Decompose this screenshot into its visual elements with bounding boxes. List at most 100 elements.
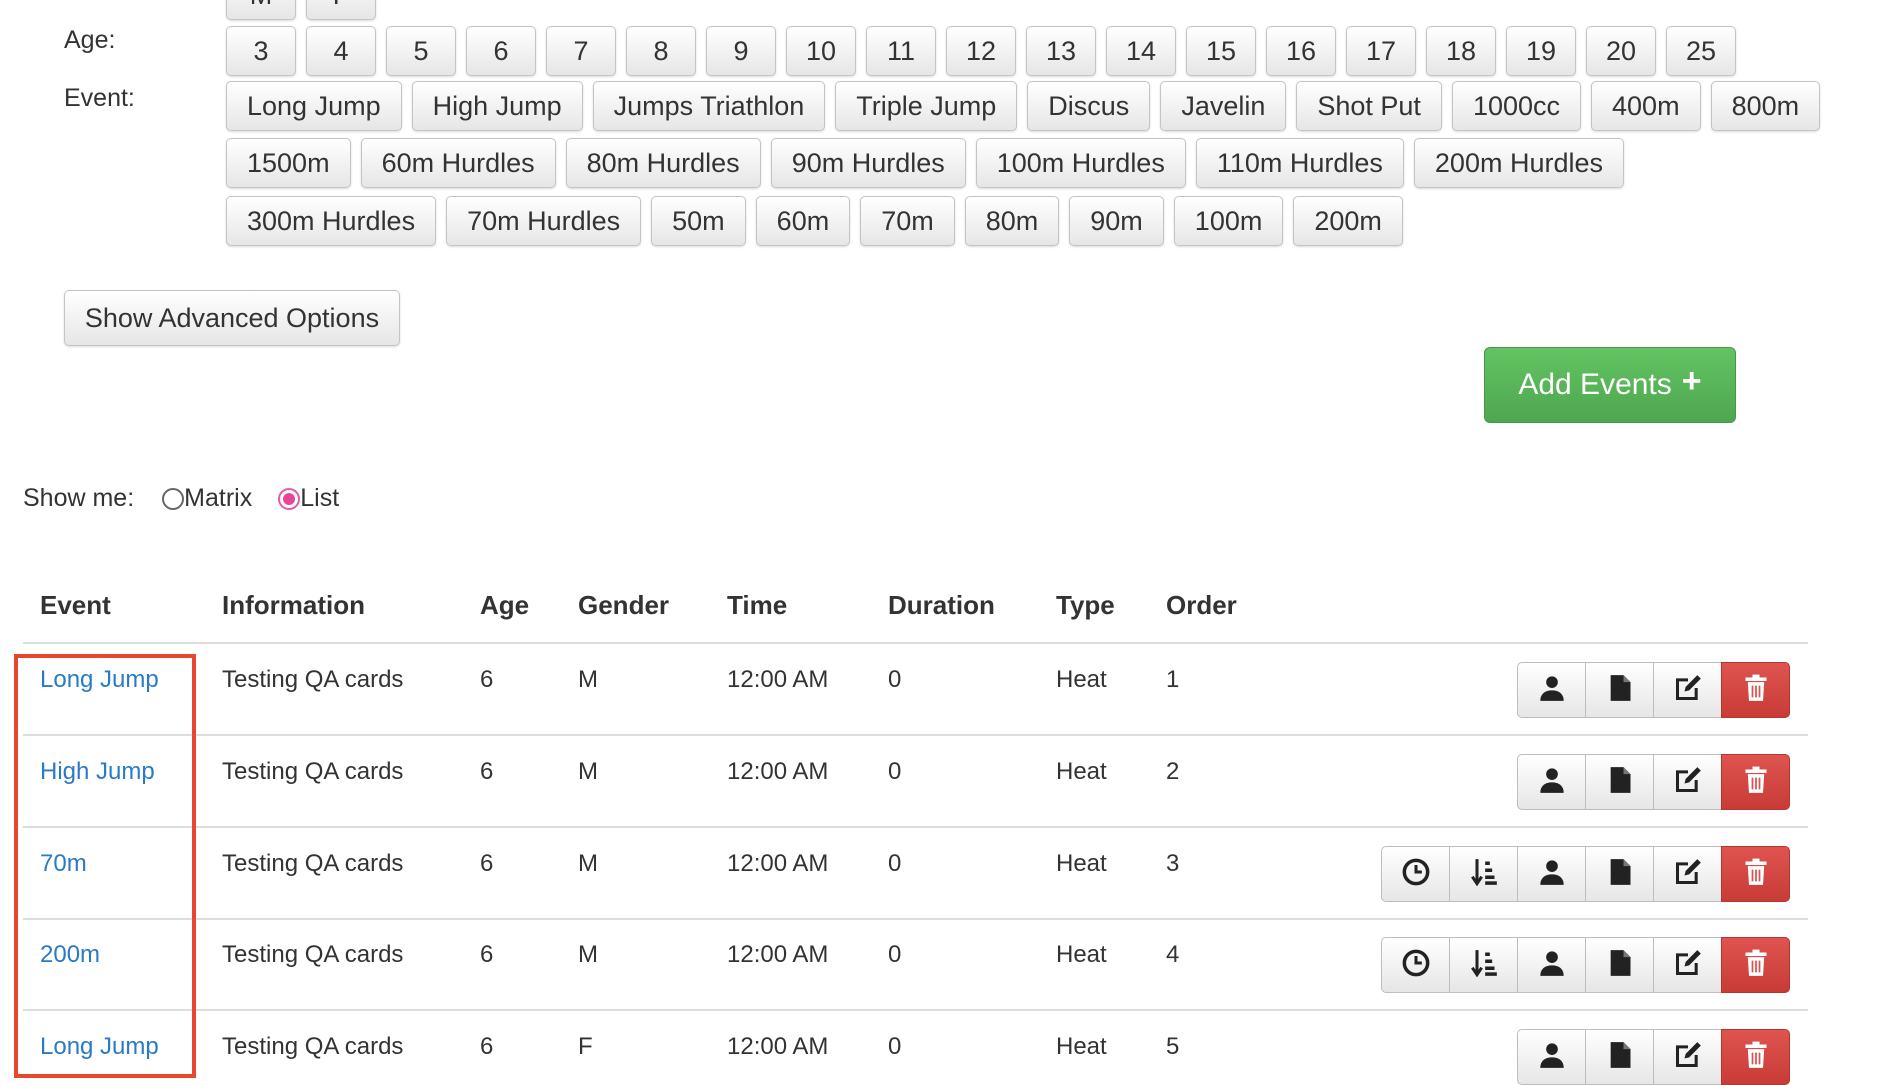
trash-button[interactable] bbox=[1721, 846, 1790, 902]
event-link[interactable]: High Jump bbox=[40, 758, 155, 786]
gender-button-f[interactable]: F bbox=[306, 0, 376, 20]
person-button[interactable] bbox=[1517, 937, 1586, 993]
event-link[interactable]: Long Jump bbox=[40, 1033, 159, 1061]
duration-cell: 0 bbox=[888, 850, 902, 877]
duration-cell: 0 bbox=[888, 941, 902, 968]
age-button-12[interactable]: 12 bbox=[946, 26, 1016, 76]
time-cell: 12:00 AM bbox=[727, 666, 829, 693]
age-button-5[interactable]: 5 bbox=[386, 26, 456, 76]
trash-button[interactable] bbox=[1721, 1029, 1790, 1085]
edit-button[interactable] bbox=[1653, 937, 1722, 993]
person-button[interactable] bbox=[1517, 1029, 1586, 1085]
event-button-jumps-triathlon[interactable]: Jumps Triathlon bbox=[592, 81, 826, 131]
event-button-triple-jump[interactable]: Triple Jump bbox=[835, 81, 1018, 131]
age-button-17[interactable]: 17 bbox=[1346, 26, 1416, 76]
event-button-shot-put[interactable]: Shot Put bbox=[1296, 81, 1442, 131]
event-button-110m-hurdles[interactable]: 110m Hurdles bbox=[1195, 138, 1404, 188]
event-button-1000cc[interactable]: 1000cc bbox=[1451, 81, 1582, 131]
event-button-60m[interactable]: 60m bbox=[755, 196, 851, 246]
event-button-100m-hurdles[interactable]: 100m Hurdles bbox=[975, 138, 1186, 188]
age-button-9[interactable]: 9 bbox=[706, 26, 776, 76]
event-button-50m[interactable]: 50m bbox=[651, 196, 746, 246]
matrix-radio-label[interactable]: Matrix bbox=[184, 484, 252, 513]
clock-button[interactable] bbox=[1381, 846, 1450, 902]
event-button-60m-hurdles[interactable]: 60m Hurdles bbox=[360, 138, 556, 188]
trash-icon bbox=[1742, 949, 1770, 982]
event-link[interactable]: Long Jump bbox=[40, 666, 159, 694]
age-button-19[interactable]: 19 bbox=[1506, 26, 1576, 76]
age-button-25[interactable]: 25 bbox=[1666, 26, 1736, 76]
column-header-information: Information bbox=[222, 590, 365, 620]
person-icon bbox=[1538, 766, 1566, 799]
event-button-90m[interactable]: 90m bbox=[1069, 196, 1164, 246]
age-button-14[interactable]: 14 bbox=[1106, 26, 1176, 76]
event-button-javelin[interactable]: Javelin bbox=[1160, 81, 1287, 131]
clock-button[interactable] bbox=[1381, 937, 1450, 993]
age-cell: 6 bbox=[480, 1033, 494, 1060]
event-button-200m[interactable]: 200m bbox=[1293, 196, 1403, 246]
sort-button[interactable] bbox=[1449, 937, 1518, 993]
person-button[interactable] bbox=[1517, 846, 1586, 902]
file-button[interactable] bbox=[1585, 937, 1654, 993]
file-button[interactable] bbox=[1585, 754, 1654, 810]
information-cell: Testing QA cards bbox=[222, 666, 404, 693]
age-button-8[interactable]: 8 bbox=[626, 26, 696, 76]
trash-button[interactable] bbox=[1721, 754, 1790, 810]
file-button[interactable] bbox=[1585, 662, 1654, 718]
event-button-80m-hurdles[interactable]: 80m Hurdles bbox=[565, 138, 761, 188]
age-button-6[interactable]: 6 bbox=[466, 26, 536, 76]
edit-button[interactable] bbox=[1653, 662, 1722, 718]
event-label: Event: bbox=[64, 84, 135, 112]
show-advanced-options-button[interactable]: Show Advanced Options bbox=[64, 290, 400, 346]
event-button-100m[interactable]: 100m bbox=[1173, 196, 1284, 246]
age-button-16[interactable]: 16 bbox=[1266, 26, 1336, 76]
gender-button-m[interactable]: M bbox=[226, 0, 296, 20]
event-button-70m[interactable]: 70m bbox=[860, 196, 955, 246]
age-button-10[interactable]: 10 bbox=[786, 26, 856, 76]
event-button-800m[interactable]: 800m bbox=[1710, 81, 1821, 131]
event-link[interactable]: 70m bbox=[40, 850, 87, 878]
event-button-90m-hurdles[interactable]: 90m Hurdles bbox=[770, 138, 966, 188]
event-button-400m[interactable]: 400m bbox=[1591, 81, 1701, 131]
list-radio[interactable] bbox=[278, 487, 301, 510]
event-button-200m-hurdles[interactable]: 200m Hurdles bbox=[1413, 138, 1624, 188]
type-cell: Heat bbox=[1056, 941, 1107, 968]
age-button-13[interactable]: 13 bbox=[1026, 26, 1096, 76]
order-cell: 5 bbox=[1166, 1033, 1180, 1060]
add-events-button[interactable]: Add Events + bbox=[1484, 347, 1736, 423]
edit-button[interactable] bbox=[1653, 846, 1722, 902]
trash-button[interactable] bbox=[1721, 937, 1790, 993]
event-button-300m-hurdles[interactable]: 300m Hurdles bbox=[226, 196, 437, 246]
event-button-high-jump[interactable]: High Jump bbox=[411, 81, 583, 131]
edit-icon bbox=[1674, 949, 1702, 982]
age-cell: 6 bbox=[480, 758, 494, 785]
event-button-1500m[interactable]: 1500m bbox=[226, 138, 351, 188]
age-button-20[interactable]: 20 bbox=[1586, 26, 1656, 76]
age-button-3[interactable]: 3 bbox=[226, 26, 296, 76]
age-button-15[interactable]: 15 bbox=[1186, 26, 1256, 76]
file-button[interactable] bbox=[1585, 846, 1654, 902]
event-button-80m[interactable]: 80m bbox=[964, 196, 1060, 246]
event-button-70m-hurdles[interactable]: 70m Hurdles bbox=[446, 196, 642, 246]
age-button-row: 3 4 5 6 7 8 9 10 11 12 13 14 15 16 17 18 19 20 25 bbox=[226, 26, 1736, 76]
edit-button[interactable] bbox=[1653, 1029, 1722, 1085]
list-radio-label[interactable]: List bbox=[300, 484, 339, 513]
trash-icon bbox=[1742, 674, 1770, 707]
age-button-11[interactable]: 11 bbox=[866, 26, 936, 76]
person-button[interactable] bbox=[1517, 662, 1586, 718]
file-button[interactable] bbox=[1585, 1029, 1654, 1085]
person-icon bbox=[1538, 674, 1566, 707]
matrix-radio[interactable] bbox=[162, 487, 185, 510]
sort-button[interactable] bbox=[1449, 846, 1518, 902]
age-button-7[interactable]: 7 bbox=[546, 26, 616, 76]
person-button[interactable] bbox=[1517, 754, 1586, 810]
age-button-4[interactable]: 4 bbox=[306, 26, 376, 76]
age-button-18[interactable]: 18 bbox=[1426, 26, 1496, 76]
edit-button[interactable] bbox=[1653, 754, 1722, 810]
event-button-long-jump[interactable]: Long Jump bbox=[226, 81, 402, 131]
file-icon bbox=[1606, 858, 1634, 891]
event-link[interactable]: 200m bbox=[40, 941, 100, 969]
trash-button[interactable] bbox=[1721, 662, 1790, 718]
information-cell: Testing QA cards bbox=[222, 941, 404, 968]
event-button-discus[interactable]: Discus bbox=[1027, 81, 1151, 131]
